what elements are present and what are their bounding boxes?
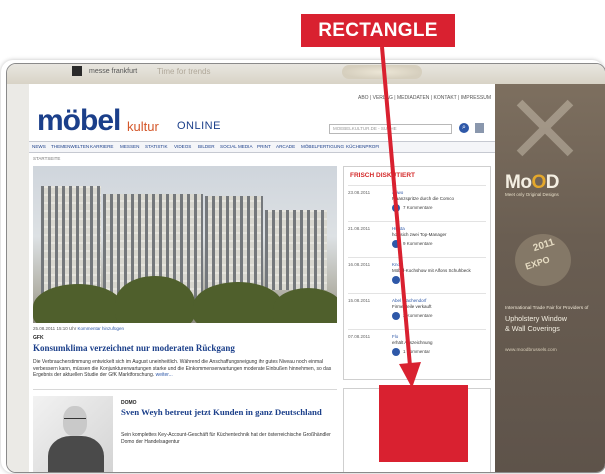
comment-icon [392,204,400,212]
nav-item-social-media[interactable]: SOCIAL MEDIA [220,144,253,149]
nav-item-themenwelten[interactable]: THEMENWELTEN [51,144,89,149]
nav-item-statistik[interactable]: STATISTIK [145,144,168,149]
sidebar-item-subtitle[interactable]: holt sich zwei Top-Manager [392,232,446,237]
nav-item-videos[interactable]: VIDEOS [174,144,191,149]
hero-image[interactable] [33,166,337,323]
portrait-body [48,436,104,472]
nav-item-karriere[interactable]: KARRIERE [90,144,114,149]
comment-icon [392,348,400,356]
nav-item-kuechenprofi[interactable]: KÜCHENPROFI [346,144,379,149]
sidebar-discussed: FRISCH DISKUTIERT 23.08.2011 Ariwo Finan… [343,166,491,380]
breadcrumb[interactable]: STARTSEITE [33,156,60,161]
highlighted-rectangle [379,385,468,462]
building-3 [205,196,263,296]
nav-item-arcade[interactable]: ARCADE [276,144,295,149]
article1-body: Die Verbraucherstimmung entwickelt sich … [33,359,333,379]
hero-caption-date: 25.08.2011 15:10 Uhr [33,326,77,331]
comment-icon [392,240,400,248]
sidebar-item[interactable]: 07.08.2011 Flo erhält Auszeichnung 1 Kom… [348,329,486,364]
banner-logo-text: messe frankfurt [89,68,138,75]
nav-item-news[interactable]: NEWS [32,144,46,149]
ad-text-2: Upholstery Window [505,314,567,323]
messe-logo-icon [72,66,82,76]
trees-4 [273,288,337,323]
ad-url: www.moodbrussels.com [505,348,557,353]
logo-sub-text: kultur [127,119,159,134]
nav-item-messen[interactable]: MESSEN [120,144,139,149]
top-links[interactable]: ABO | VERLAG | MEDIADATEN | KONTAKT | IM… [358,95,491,101]
right-skyscraper-ad[interactable]: MoOD Meet only Original Designs 2011 EXP… [495,84,605,472]
search-input[interactable]: MOEBELKULTUR.DE - SUCHE [329,124,452,134]
nav-item-moebelfertigung[interactable]: MÖBELFERTIGUNG [301,144,344,149]
article2-portrait[interactable] [33,396,113,472]
sidebar-title: FRISCH DISKUTIERT [350,172,415,179]
sidebar-item-subtitle[interactable]: Möbel-Kochshow mit Alfons Schuhbeck [392,268,471,273]
trees-2 [115,276,195,323]
ad-brand: MoOD [505,172,559,194]
rss-icon[interactable] [475,123,484,133]
page-left-margin [7,84,29,472]
sidebar-item-date: 15.08.2011 [348,298,371,303]
trees-1 [33,284,123,323]
ad-brand-part: Mo [505,172,532,193]
article1-text: Die Verbraucherstimmung entwickelt sich … [33,359,332,378]
ad-text-3: & Wall Coverings [505,324,560,333]
browser-screenshot-frame: messe frankfurt Time for trends möbel ku… [6,63,605,473]
sidebar-item-title[interactable]: Knoll [392,262,402,267]
article2-tag: DOMO [121,400,137,406]
search-icon: ⌕ [462,124,466,131]
ad-brand-o: O [531,172,546,193]
sidebar-item-title[interactable]: Hülsta [392,226,405,231]
nav-item-bilder[interactable]: BILDER [198,144,215,149]
logo-main-text: möbel [37,104,121,137]
comment-icon [392,276,400,284]
add-comment-link[interactable]: Kommentar hinzufügen [77,326,124,331]
sidebar-item-comments[interactable]: 1 Kommentar [403,349,430,354]
portrait-glasses [64,418,86,423]
sidebar-item-date: 23.08.2011 [348,190,371,195]
sidebar-item[interactable]: 23.08.2011 Ariwo Finanzspritze durch die… [348,185,486,220]
sidebar-item-subtitle[interactable]: Firmenteile verkauft [392,304,432,309]
sidebar-item-date: 16.08.2011 [348,262,371,267]
sidebar-item[interactable]: 21.08.2011 Hülsta holt sich zwei Top-Man… [348,221,486,256]
article-separator [33,389,337,390]
main-nav: NEWS THEMENWELTEN KARRIERE MESSEN STATIS… [29,141,495,153]
sidebar-item-subtitle[interactable]: erhält Auszeichnung [392,340,433,345]
top-banner-ad[interactable]: messe frankfurt Time for trends [7,64,605,85]
sidebar-item-subtitle[interactable]: Finanzspritze durch die Comco [392,196,454,201]
ad-brand-part: D [545,172,560,193]
sidebar-item-title[interactable]: Ariwo [392,190,403,195]
article1-more-link[interactable]: weiter... [156,372,173,378]
sidebar-item[interactable]: 15.08.2011 Abel Wachendorf Firmenteile v… [348,293,486,328]
sidebar-item-comments[interactable]: 7 Kommentare [403,205,433,210]
sidebar-item-title[interactable]: Abel Wachendorf [392,298,426,303]
article1-headline[interactable]: Konsumklima verzeichnet nur moderaten Rü… [33,343,235,353]
article2-headline[interactable]: Sven Weyh betreut jetzt Kunden in ganz D… [121,407,335,418]
nav-item-print[interactable]: PRINT [257,144,271,149]
ad-x-decoration [513,96,577,160]
ad-tagline: Meet only Original Designs [505,192,559,197]
sidebar-item-comments[interactable]: 9 Kommentare [403,241,433,246]
sidebar-item-comments[interactable]: 2 Kommentare [403,313,433,318]
comment-icon [392,312,400,320]
article2-body: Sein komplettes Key-Account-Geschäft für… [121,432,331,445]
ad-text-1: International Trade Fair for Providers o… [505,306,589,311]
building-4 [265,210,327,290]
banner-decoration [342,65,422,79]
banner-faint-text: Time for trends [157,67,211,76]
annotation-label: RECTANGLE [301,14,455,47]
hero-caption: 25.08.2011 15:10 Uhr Kommentar hinzufüge… [33,326,124,331]
article1-tag: GFK [33,335,44,341]
logo-online-text: ONLINE [177,120,221,132]
sidebar-item-title[interactable]: Flo [392,334,398,339]
trees-3 [193,282,283,323]
search-button[interactable]: ⌕ [459,123,469,133]
sidebar-item-date: 21.08.2011 [348,226,371,231]
sidebar-item[interactable]: 16.08.2011 Knoll Möbel-Kochshow mit Alfo… [348,257,486,292]
sidebar-item-date: 07.08.2011 [348,334,371,339]
